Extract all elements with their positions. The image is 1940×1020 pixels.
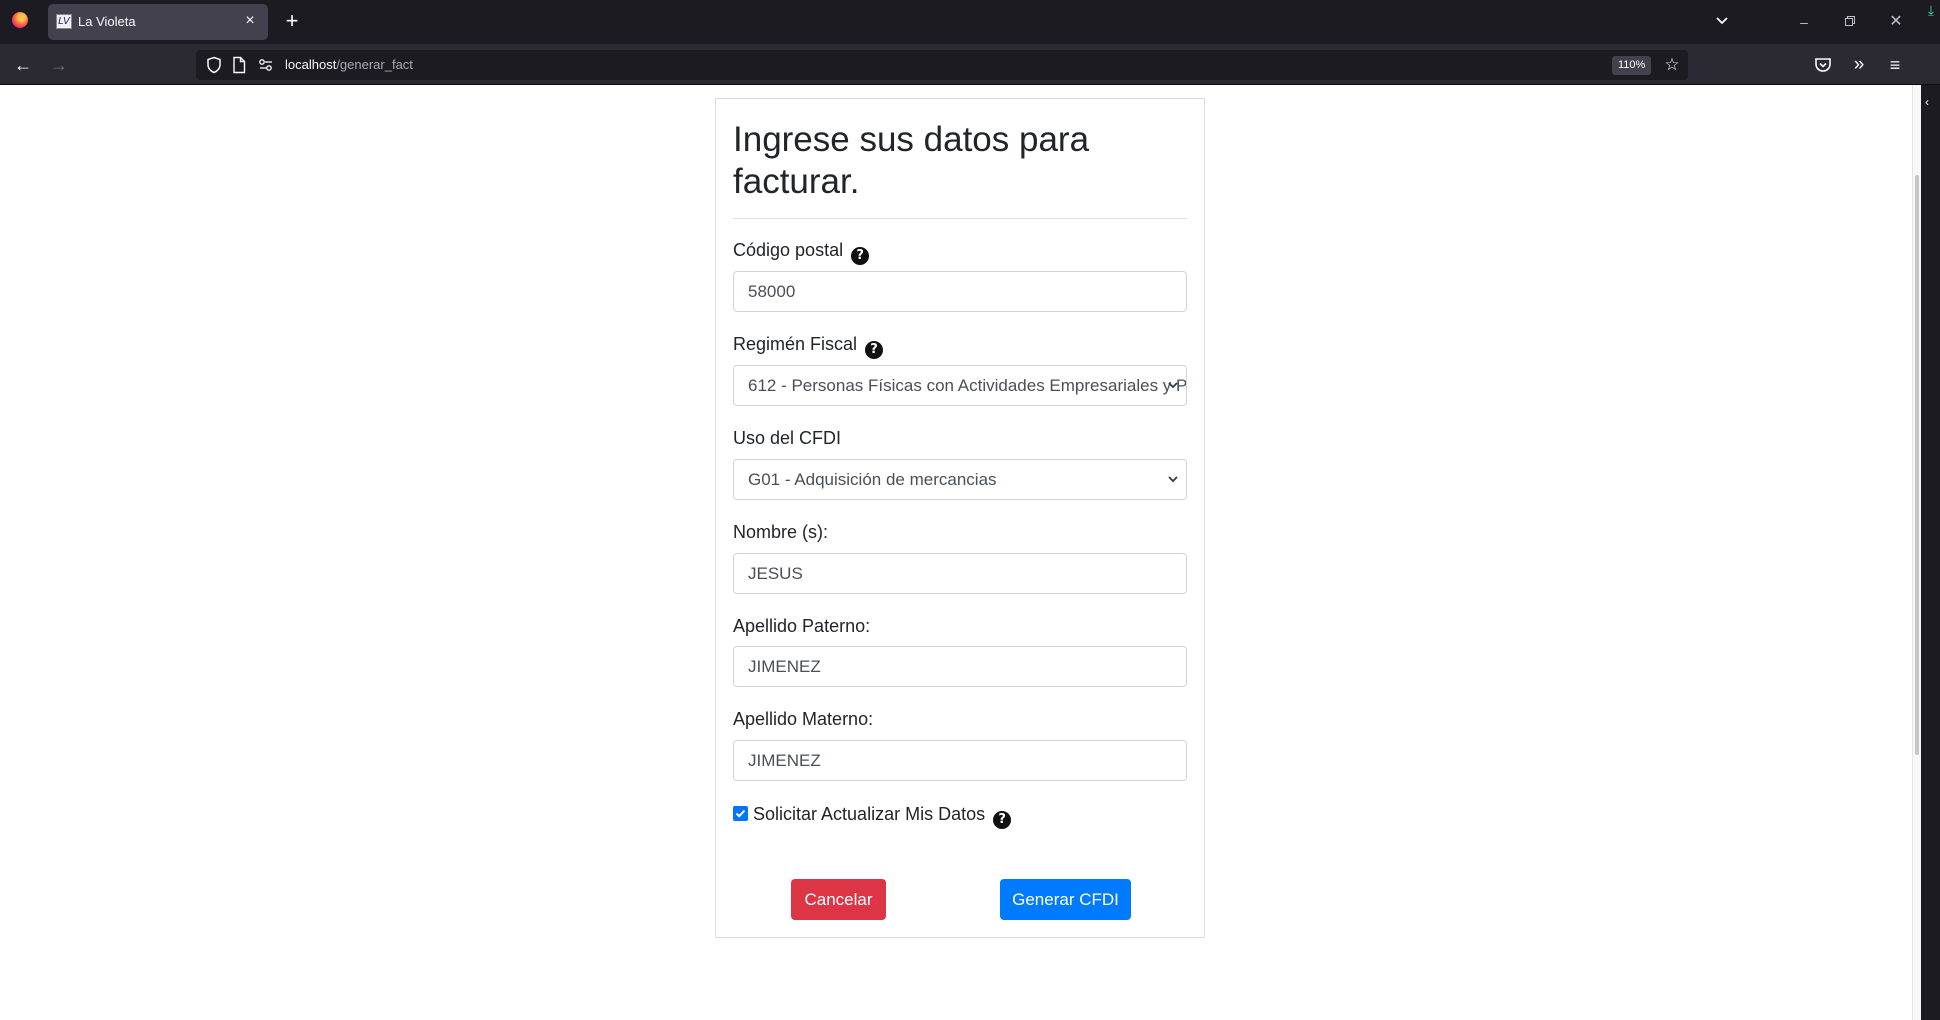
tab-title: La Violeta [78, 14, 136, 29]
cancel-button[interactable]: Cancelar [791, 879, 886, 920]
tracking-protection-shield-icon[interactable] [206, 56, 222, 74]
question-circle-icon[interactable]: ? [993, 811, 1012, 829]
bookmark-star-icon[interactable]: ☆ [1662, 55, 1682, 75]
minimize-window-icon[interactable]: – [1790, 8, 1818, 36]
maternal-surname-value: JIMENEZ [748, 751, 821, 770]
pocket-icon[interactable] [1812, 54, 1834, 76]
cfdi-use-label: Uso del CFDI [733, 428, 841, 449]
new-tab-button[interactable]: + [280, 10, 304, 34]
generate-cfdi-button[interactable]: Generar CFDI [1000, 879, 1131, 920]
zoom-level-badge[interactable]: 110% [1612, 56, 1652, 75]
postal-code-input[interactable]: 58000 [733, 271, 1187, 312]
postal-code-value: 58000 [748, 282, 796, 301]
firefox-icon[interactable] [12, 12, 28, 28]
cfdi-use-selected-value: G01 - Adquisición de mercancias [748, 470, 997, 489]
question-circle-icon[interactable]: ? [851, 247, 870, 265]
hamburger-menu-icon[interactable]: ≡ [1882, 52, 1908, 78]
forward-arrow-icon[interactable]: → [44, 50, 74, 80]
postal-code-label-text: Código postal [733, 240, 844, 260]
update-data-label[interactable]: Solicitar Actualizar Mis Datos [753, 804, 985, 824]
download-icon[interactable]: ⤓ [1924, 2, 1938, 18]
cfdi-use-select[interactable]: G01 - Adquisición de mercancias [733, 459, 1187, 500]
paternal-surname-label: Apellido Paterno: [733, 616, 871, 636]
url-host: localhost [285, 57, 337, 72]
sidebar-collapsed-panel: ‹ [1921, 85, 1940, 1020]
maternal-surname-input[interactable]: JIMENEZ [733, 740, 1187, 781]
permissions-icon[interactable] [258, 57, 274, 73]
tax-regime-label-text: Regimén Fiscal [733, 334, 858, 354]
first-name-label: Nombre (s): [733, 522, 829, 542]
divider [733, 218, 1187, 219]
page-info-icon[interactable] [232, 56, 246, 74]
restore-window-icon[interactable] [1836, 8, 1864, 36]
list-all-tabs-chevron-down-icon[interactable] [1712, 10, 1732, 34]
tax-regime-selected-value: 612 - Personas Físicas con Actividades E… [748, 376, 1187, 395]
tab-close-icon[interactable]: × [240, 11, 260, 31]
page-title: Ingrese sus datos para facturar. [733, 120, 1090, 201]
chevron-down-icon [1168, 382, 1178, 389]
tax-regime-label: Regimén Fiscal ? [733, 334, 884, 359]
paternal-surname-value: JIMENEZ [748, 657, 821, 676]
tab-bar: LV La Violeta × + – ✕ [0, 0, 1940, 44]
site-favicon-icon: LV [56, 14, 72, 29]
address-bar[interactable]: localhost/generar_fact 110% ☆ [196, 50, 1688, 80]
postal-code-label: Código postal ? [733, 240, 870, 265]
invoice-form-card: Ingrese sus datos para facturar. Código … [715, 98, 1205, 938]
scrollbar-thumb[interactable] [1915, 175, 1919, 755]
paternal-surname-input[interactable]: JIMENEZ [733, 646, 1187, 687]
tax-regime-select[interactable]: 612 - Personas Físicas con Actividades E… [733, 365, 1187, 406]
first-name-input[interactable]: JESUS [733, 553, 1187, 594]
maternal-surname-label: Apellido Materno: [733, 709, 874, 729]
navigation-bar: ← → localhost/generar_fact 110% ☆ [0, 44, 1940, 85]
tab-active[interactable]: LV La Violeta × [48, 4, 268, 40]
chevron-down-icon [1168, 476, 1178, 483]
chevron-left-icon[interactable]: ‹ [1925, 95, 1929, 109]
url-path: /generar_fact [336, 57, 413, 72]
close-window-icon[interactable]: ✕ [1882, 8, 1910, 36]
more-tools-chevron-icon[interactable]: » [1846, 52, 1872, 78]
question-circle-icon[interactable]: ? [865, 341, 884, 359]
cfdi-use-label-text: Uso del CFDI [733, 428, 842, 448]
first-name-value: JESUS [748, 564, 803, 583]
page-scrollbar[interactable] [1912, 85, 1921, 1020]
update-data-row: Solicitar Actualizar Mis Datos ? [733, 804, 1012, 829]
update-data-checkbox[interactable] [733, 806, 748, 821]
url-text[interactable]: localhost/generar_fact [285, 57, 413, 72]
back-arrow-icon[interactable]: ← [8, 50, 38, 80]
